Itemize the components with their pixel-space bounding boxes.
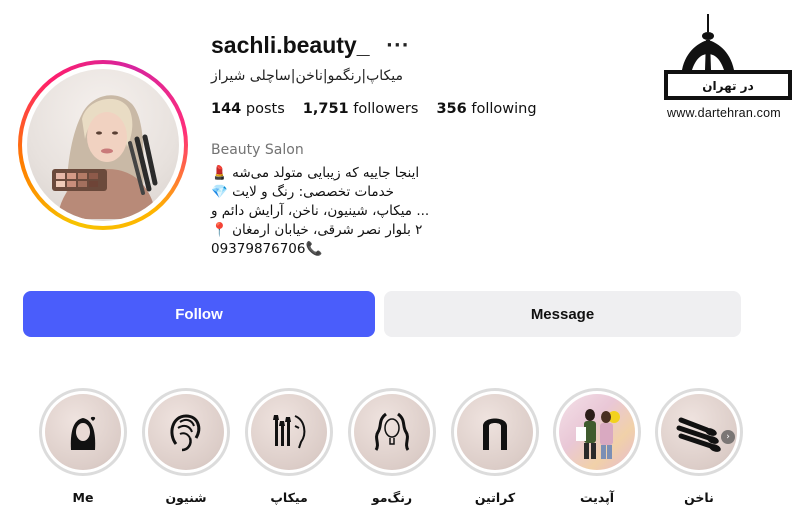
logo-text: در تهران <box>702 79 754 93</box>
profile-username: sachli.beauty_ <box>211 32 370 58</box>
watermark-url[interactable]: www.dartehran.com <box>667 106 781 120</box>
avatar-portrait-illustration <box>52 95 158 219</box>
profile-bio: اینجا جاییه که زیبایی متولد می‌شه 💄 خدما… <box>211 164 429 259</box>
profile-full-name: میکاپ|رنگمو|ناخن|ساچلی شیراز <box>211 68 403 84</box>
profile-stats: 144 posts 1,751 followers 356 following <box>211 101 537 117</box>
highlight-label: کراتین <box>474 490 516 505</box>
bio-line: اینجا جاییه که زیبایی متولد می‌شه 💄 <box>211 165 420 181</box>
message-button[interactable]: Message <box>384 291 741 337</box>
ellipsis-icon[interactable]: ··· <box>386 35 410 56</box>
highlight-shinion[interactable]: شنیون <box>140 388 232 505</box>
highlight-label: رنگ‌مو <box>371 490 413 505</box>
bio-line: خدمات تخصصی: رنگ و لایت 💎 <box>211 184 395 200</box>
photo-highlight-icon <box>576 409 620 459</box>
hair-updo-icon <box>170 414 201 452</box>
followers-stat[interactable]: 1,751 followers <box>303 101 419 117</box>
following-count: 356 <box>436 101 467 117</box>
posts-label: posts <box>245 101 285 117</box>
chevron-right-icon[interactable]: › <box>721 430 735 444</box>
highlight-update[interactable]: آپدیت <box>551 388 643 505</box>
highlight-label: میکاپ <box>270 490 308 505</box>
woman-portrait-icon <box>70 416 96 450</box>
posts-count: 144 <box>211 101 242 117</box>
followers-count: 1,751 <box>302 101 349 117</box>
highlight-me[interactable]: Me <box>37 388 129 505</box>
bio-line: ۲ بلوار نصر شرقی، خیابان ارمغان 📍 <box>211 222 423 238</box>
followers-label: followers <box>353 101 419 117</box>
nails-icon <box>676 417 721 452</box>
makeup-brushes-face-icon <box>273 415 306 449</box>
bio-line: ... میکاپ، شینیون، ناخن، آرایش دائم و <box>211 203 430 219</box>
straight-hair-icon <box>483 418 507 450</box>
highlight-label: ناخن <box>684 490 714 505</box>
following-label: following <box>471 101 537 117</box>
highlight-label: Me <box>72 490 94 505</box>
profile-category: Beauty Salon <box>211 142 304 158</box>
highlight-label: آپدیت <box>579 490 615 505</box>
highlight-nails[interactable]: › ناخن <box>653 388 745 505</box>
dartehran-logo: در تهران <box>660 10 800 120</box>
bio-phone[interactable]: 09379876706📞 <box>211 240 429 259</box>
posts-stat: 144 posts <box>211 101 285 117</box>
follow-button[interactable]: Follow <box>23 291 375 337</box>
highlight-label: شنیون <box>165 490 207 505</box>
profile-avatar[interactable] <box>18 60 188 230</box>
wavy-hair-icon <box>374 412 410 451</box>
milad-tower-logo-icon: در تهران <box>664 14 792 100</box>
highlight-keratin[interactable]: کراتین <box>449 388 541 505</box>
following-stat[interactable]: 356 following <box>436 101 536 117</box>
avatar-photo <box>27 69 179 221</box>
story-highlights: Me شنیون میکاپ <box>0 388 800 518</box>
highlight-makeup[interactable]: میکاپ <box>243 388 335 505</box>
highlight-haircolor[interactable]: رنگ‌مو <box>346 388 438 505</box>
